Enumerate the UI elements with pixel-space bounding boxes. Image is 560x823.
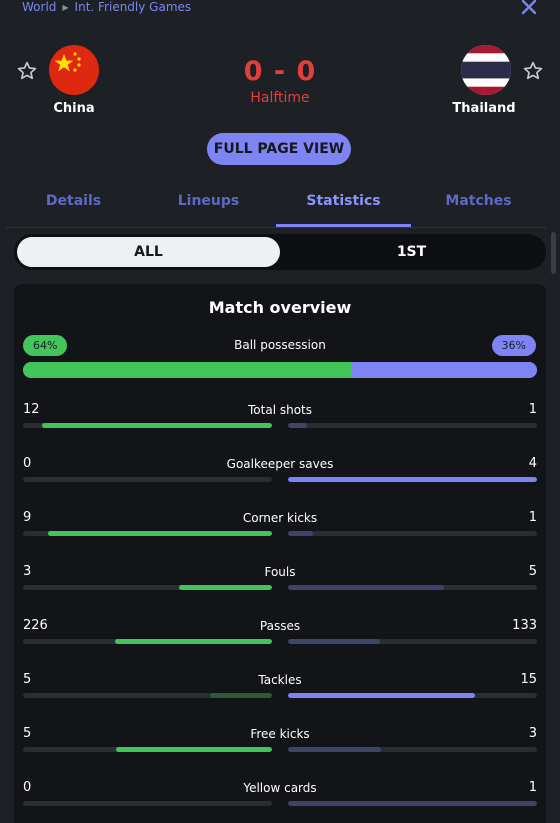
stat-home-track <box>23 585 272 590</box>
stat-away-track <box>288 801 537 806</box>
stat-label: Passes <box>259 619 301 633</box>
stat-label: Total shots <box>248 403 312 417</box>
stat-away-track <box>288 639 537 644</box>
stat-away-fill <box>288 801 537 806</box>
stat-away-value: 3 <box>528 726 537 741</box>
match-score: 0 - 0 <box>243 56 317 87</box>
match-tabs: Details Lineups Statistics Matches <box>6 180 546 228</box>
stat-away-value: 15 <box>520 672 537 687</box>
away-possession-badge: 36% <box>491 335 536 356</box>
stat-label: Goalkeeper saves <box>226 457 334 471</box>
period-option-1st[interactable]: 1ST <box>280 237 543 267</box>
stat-home-fill <box>178 585 272 590</box>
stat-row: 12 Total shots 1 <box>23 402 537 442</box>
thailand-flag-icon <box>461 45 511 95</box>
stat-away-track <box>288 747 537 752</box>
stat-row: 226 Passes 133 <box>23 618 537 658</box>
stat-row: 0 Yellow cards 1 <box>23 780 537 820</box>
period-toggle: ALL 1ST <box>14 234 546 270</box>
stat-away-fill <box>288 747 382 752</box>
stat-away-fill <box>288 693 475 698</box>
stat-row: 9 Corner kicks 1 <box>23 510 537 550</box>
breadcrumb-world-link[interactable]: World <box>22 0 56 14</box>
stat-row: 0 Goalkeeper saves 4 <box>23 456 537 496</box>
stat-away-track <box>288 693 537 698</box>
stat-home-fill <box>209 693 272 698</box>
stat-home-track <box>23 693 272 698</box>
possession-bar-home <box>23 362 352 378</box>
stat-away-fill <box>288 585 444 590</box>
stat-away-value: 1 <box>528 780 537 795</box>
stat-row: 5 Tackles 15 <box>23 672 537 712</box>
card-title: Match overview <box>208 298 352 317</box>
scrollbar-thumb[interactable] <box>551 232 556 274</box>
stat-home-fill <box>116 747 272 752</box>
home-favorite-star-icon[interactable] <box>16 60 38 82</box>
stat-away-value: 1 <box>528 402 537 417</box>
tab-details[interactable]: Details <box>6 180 141 227</box>
stat-away-track <box>288 423 537 428</box>
away-favorite-star-icon[interactable] <box>522 60 544 82</box>
stat-away-value: 1 <box>528 510 537 525</box>
stat-away-fill <box>288 477 537 482</box>
stat-home-fill <box>47 531 272 536</box>
away-team-name: Thailand <box>452 101 516 116</box>
stat-row: 5 Free kicks 3 <box>23 726 537 766</box>
possession-bar-away <box>351 362 537 378</box>
stat-away-track <box>288 531 537 536</box>
possession-label: Ball possession <box>234 338 326 352</box>
match-status: Halftime <box>250 90 310 106</box>
breadcrumb: World ▶ Int. Friendly Games <box>22 0 191 14</box>
tab-matches[interactable]: Matches <box>411 180 546 227</box>
close-icon[interactable] <box>520 0 538 16</box>
stat-away-value: 5 <box>528 564 537 579</box>
stat-home-track <box>23 801 272 806</box>
full-page-view-button[interactable]: FULL PAGE VIEW <box>207 133 351 165</box>
stat-home-track <box>23 531 272 536</box>
china-flag-icon <box>49 45 99 95</box>
stat-away-fill <box>288 639 381 644</box>
stat-row: 3 Fouls 5 <box>23 564 537 604</box>
chevron-right-icon: ▶ <box>62 2 69 12</box>
stat-label: Fouls <box>264 565 296 579</box>
stat-home-track <box>23 477 272 482</box>
period-option-all[interactable]: ALL <box>17 237 280 267</box>
stat-label: Free kicks <box>250 727 310 741</box>
stat-label: Corner kicks <box>242 511 318 525</box>
possession-bar <box>23 362 537 378</box>
tab-statistics[interactable]: Statistics <box>276 180 411 227</box>
stat-label: Yellow cards <box>243 781 317 795</box>
breadcrumb-competition-link[interactable]: Int. Friendly Games <box>75 0 192 14</box>
match-overview-card: Match overview 64% Ball possession 36% 1… <box>14 284 546 823</box>
stat-away-track <box>288 585 537 590</box>
stat-away-fill <box>288 531 313 536</box>
stat-home-track <box>23 639 272 644</box>
stat-away-track <box>288 477 537 482</box>
stat-away-value: 133 <box>512 618 537 633</box>
stat-home-fill <box>115 639 272 644</box>
stat-home-track <box>23 747 272 752</box>
home-team-name: China <box>53 101 95 116</box>
stat-away-value: 4 <box>528 456 537 471</box>
tab-lineups[interactable]: Lineups <box>141 180 276 227</box>
stat-home-fill <box>42 423 272 428</box>
stat-home-track <box>23 423 272 428</box>
stat-label: Tackles <box>258 673 302 687</box>
stat-away-fill <box>288 423 308 428</box>
